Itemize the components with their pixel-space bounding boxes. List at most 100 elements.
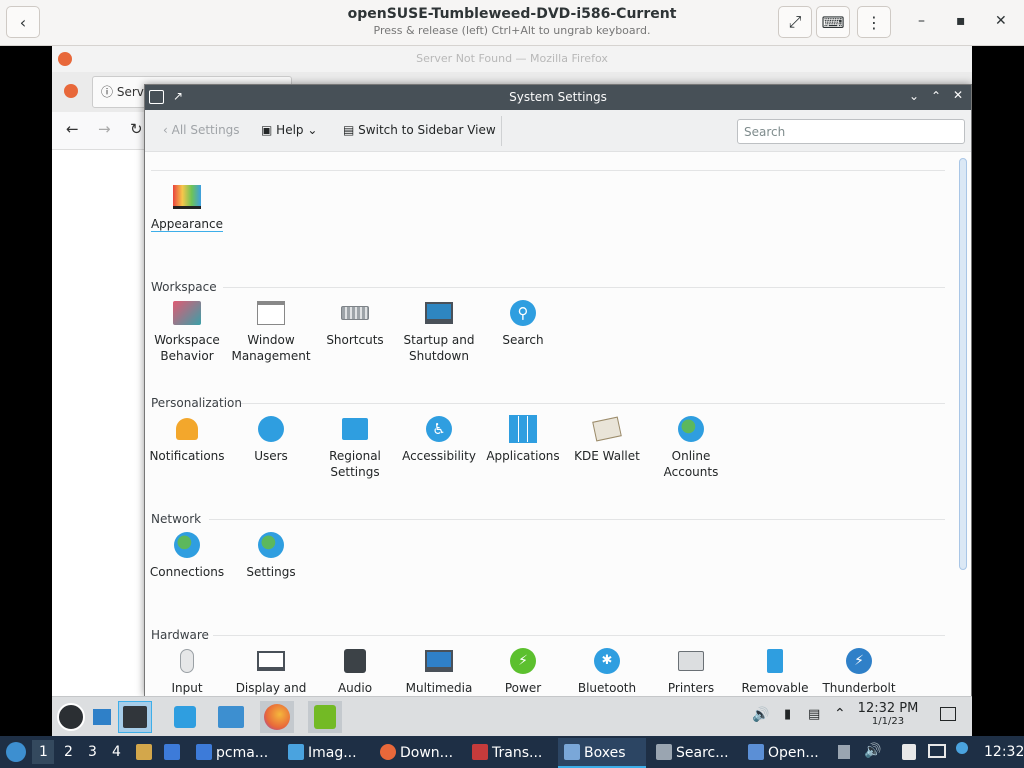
clipboard-icon[interactable]: ▤ bbox=[808, 707, 820, 722]
battery-icon[interactable]: ▮ bbox=[784, 707, 791, 722]
module-label: Display and bbox=[235, 681, 307, 695]
kebab-menu-icon: ⋮ bbox=[866, 12, 882, 32]
minimize-button[interactable]: – bbox=[918, 13, 925, 29]
speech-bubble-icon bbox=[340, 414, 370, 444]
vm-clock[interactable]: 12:32 PM 1/1/23 bbox=[856, 701, 920, 727]
chevron-down-icon[interactable]: ⌄ bbox=[909, 89, 919, 103]
module-window-management[interactable]: Window Management bbox=[229, 298, 313, 364]
module-label: Shutdown bbox=[409, 349, 469, 363]
module-thunderbolt[interactable]: ⚡ Thunderbolt bbox=[817, 646, 901, 696]
window-icon bbox=[256, 298, 286, 328]
mouse-icon bbox=[172, 646, 202, 676]
fullscreen-button[interactable]: ⤢ bbox=[778, 6, 812, 38]
module-connections[interactable]: Connections bbox=[145, 530, 229, 580]
help-menu-button[interactable]: ▣ Help ⌄ bbox=[261, 123, 317, 137]
section-network: Network bbox=[151, 512, 202, 526]
close-icon[interactable]: ✕ bbox=[953, 88, 963, 102]
desktop-icon[interactable] bbox=[164, 744, 180, 760]
volume-icon[interactable]: 🔊 bbox=[864, 743, 881, 759]
keyboard-button[interactable]: ⌨ bbox=[816, 6, 850, 38]
chevron-up-icon[interactable]: ⌃ bbox=[931, 89, 941, 103]
module-label: Power bbox=[504, 681, 542, 695]
module-shortcuts[interactable]: Shortcuts bbox=[313, 298, 397, 348]
start-menu-icon[interactable] bbox=[6, 742, 26, 762]
module-accessibility[interactable]: ♿ Accessibility bbox=[397, 414, 481, 464]
module-multimedia[interactable]: Multimedia bbox=[397, 646, 481, 696]
task-pcmanfm[interactable]: pcma... bbox=[196, 744, 268, 761]
eject-icon[interactable] bbox=[838, 745, 850, 759]
task-boxes[interactable]: Boxes bbox=[564, 744, 626, 761]
menu-button[interactable]: ⋮ bbox=[857, 6, 891, 38]
maximize-icon: ▪ bbox=[956, 13, 966, 29]
arrow-right-icon[interactable]: → bbox=[98, 120, 111, 138]
task-installer[interactable] bbox=[308, 701, 342, 733]
module-users[interactable]: Users bbox=[229, 414, 313, 464]
power-icon: ⚡ bbox=[508, 646, 538, 676]
installer-icon bbox=[314, 705, 336, 729]
system-settings-window: ↗ System Settings ⌄ ⌃ ✕ ‹ All Settings ▣… bbox=[144, 84, 972, 697]
switch-sidebar-button[interactable]: ▤ Switch to Sidebar View bbox=[343, 123, 496, 137]
module-applications[interactable]: Applications bbox=[481, 414, 565, 464]
app-launcher-button[interactable] bbox=[54, 701, 88, 733]
show-desktop-icon[interactable] bbox=[940, 707, 956, 721]
module-network-settings[interactable]: Settings bbox=[229, 530, 313, 580]
chevron-up-icon[interactable]: ⌃ bbox=[834, 706, 846, 722]
module-audio[interactable]: Audio bbox=[313, 646, 397, 696]
module-startup-shutdown[interactable]: Startup and Shutdown bbox=[397, 298, 481, 364]
search-input[interactable]: Search bbox=[737, 119, 965, 144]
host-clock[interactable]: 12:32 bbox=[984, 744, 1024, 760]
task-firefox-download[interactable]: Down... bbox=[380, 744, 453, 761]
search-icon bbox=[656, 744, 672, 760]
module-appearance[interactable]: Appearance bbox=[145, 182, 229, 232]
workspace-4[interactable]: 4 bbox=[112, 744, 121, 760]
task-transmission[interactable]: Trans... bbox=[472, 744, 542, 761]
module-label: Workspace bbox=[154, 333, 220, 347]
module-label: Input bbox=[171, 681, 203, 695]
all-settings-button[interactable]: ‹ All Settings bbox=[163, 123, 240, 137]
module-workspace-behavior[interactable]: Workspace Behavior bbox=[145, 298, 229, 364]
module-kde-wallet[interactable]: KDE Wallet bbox=[565, 414, 649, 464]
maximize-button[interactable]: ▪ bbox=[956, 13, 966, 29]
vm-display[interactable]: Server Not Found — Mozilla Firefox ⓘ Ser… bbox=[52, 46, 972, 736]
module-input[interactable]: Input bbox=[145, 646, 229, 696]
network-icon[interactable] bbox=[928, 744, 946, 758]
module-search[interactable]: ⚲ Search bbox=[481, 298, 565, 348]
module-online-accounts[interactable]: Online Accounts bbox=[649, 414, 733, 480]
reload-icon[interactable]: ↻ bbox=[130, 120, 143, 138]
workspace-3[interactable]: 3 bbox=[88, 744, 97, 760]
task-search[interactable]: Searc... bbox=[656, 744, 729, 761]
workspace-1[interactable]: 1 bbox=[39, 744, 48, 760]
module-label: KDE Wallet bbox=[574, 449, 640, 463]
firefox-tab-label: Serv bbox=[116, 85, 144, 99]
task-firefox[interactable] bbox=[260, 701, 294, 733]
boxes-header: ‹ openSUSE-Tumbleweed-DVD-i586-Current P… bbox=[0, 0, 1024, 46]
module-display[interactable]: Display and bbox=[229, 646, 313, 696]
module-label: Notifications bbox=[149, 449, 225, 463]
all-settings-label: All Settings bbox=[171, 123, 240, 137]
task-image-viewer[interactable]: Imag... bbox=[288, 744, 357, 761]
module-removable[interactable]: Removable bbox=[733, 646, 817, 696]
pager-button[interactable] bbox=[90, 701, 114, 733]
module-notifications[interactable]: Notifications bbox=[145, 414, 229, 464]
arrow-left-icon[interactable]: ← bbox=[66, 120, 79, 138]
module-regional-settings[interactable]: Regional Settings bbox=[313, 414, 397, 480]
wallet-icon bbox=[592, 414, 622, 444]
scrollbar[interactable] bbox=[959, 158, 967, 570]
task-system-settings[interactable] bbox=[118, 701, 152, 733]
volume-icon[interactable]: 🔊 bbox=[752, 707, 769, 723]
clipboard-icon[interactable] bbox=[902, 744, 916, 760]
module-label: Settings bbox=[246, 565, 296, 579]
task-open[interactable]: Open... bbox=[748, 744, 819, 761]
module-bluetooth[interactable]: ✱ Bluetooth bbox=[565, 646, 649, 696]
task-files[interactable] bbox=[214, 701, 248, 733]
workspace-2[interactable]: 2 bbox=[64, 744, 73, 760]
update-icon[interactable] bbox=[956, 742, 968, 754]
firefox-menu-icon[interactable] bbox=[64, 84, 78, 98]
folder-icon[interactable] bbox=[136, 744, 152, 760]
module-printers[interactable]: Printers bbox=[649, 646, 733, 696]
task-discover[interactable] bbox=[168, 701, 202, 733]
monitor-icon bbox=[424, 298, 454, 328]
settings-content: Appearance Workspace Workspace Behavior … bbox=[145, 152, 971, 697]
close-button[interactable]: ✕ bbox=[995, 13, 1007, 29]
module-power[interactable]: ⚡ Power bbox=[481, 646, 565, 696]
